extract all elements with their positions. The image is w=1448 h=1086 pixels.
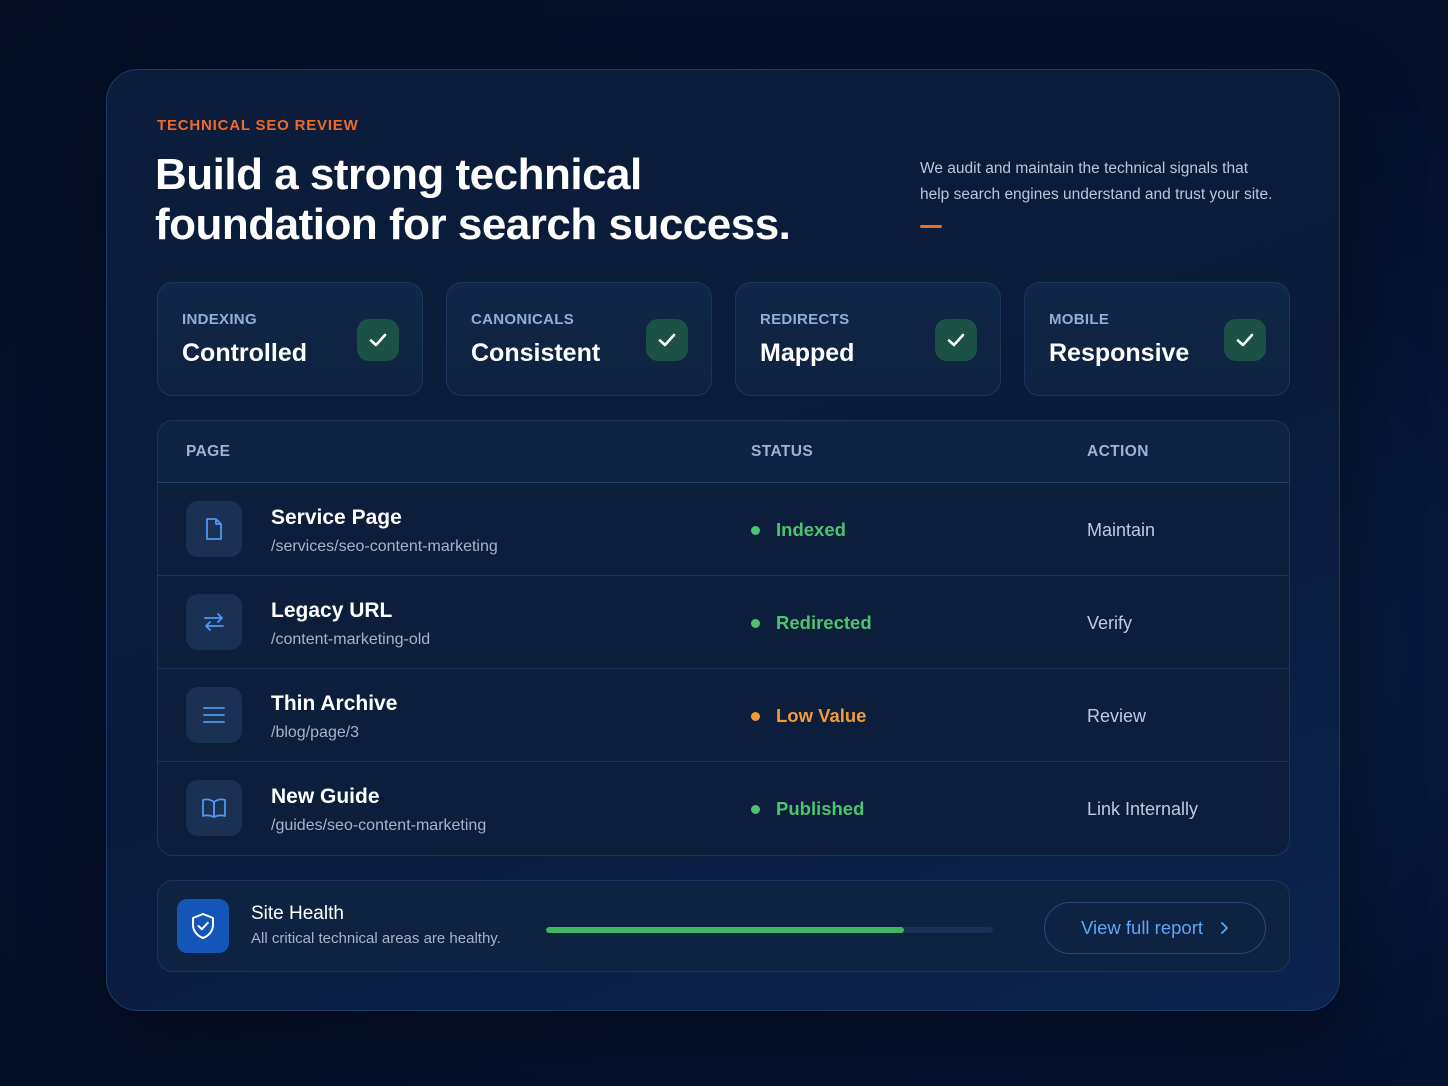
page-title-cell: Legacy URL (271, 599, 393, 622)
metric-label: MOBILE (1049, 311, 1110, 328)
intro-line-1: We audit and maintain the technical sign… (920, 160, 1248, 177)
status-dot (751, 525, 760, 535)
status-badge: Low Value (751, 705, 866, 727)
redirect-arrows-icon (186, 594, 242, 650)
metric-card-canonicals: CANONICALS Consistent (446, 282, 712, 396)
status-badge: Indexed (751, 519, 846, 541)
status-text: Indexed (776, 519, 846, 540)
metric-label: CANONICALS (471, 311, 574, 328)
page-path-cell: /guides/seo-content-marketing (271, 817, 487, 834)
check-icon (646, 319, 688, 361)
table-header: PAGE STATUS ACTION (158, 421, 1289, 483)
metric-value: Controlled (182, 339, 307, 367)
check-icon (357, 319, 399, 361)
page-path-cell: /content-marketing-old (271, 631, 431, 648)
column-header-action: ACTION (1087, 443, 1149, 460)
list-lines-icon (186, 687, 242, 743)
table-row[interactable]: Thin Archive /blog/page/3 Low Value Revi… (158, 669, 1289, 762)
check-icon (1224, 319, 1266, 361)
eyebrow-label: TECHNICAL SEO REVIEW (157, 117, 359, 134)
action-link[interactable]: Maintain (1087, 520, 1155, 541)
table-row[interactable]: Legacy URL /content-marketing-old Redire… (158, 576, 1289, 669)
page-path-cell: /blog/page/3 (271, 724, 360, 741)
metric-label: REDIRECTS (760, 311, 850, 328)
status-text: Low Value (776, 705, 867, 726)
status-dot (751, 711, 760, 721)
action-link[interactable]: Link Internally (1087, 799, 1198, 820)
health-progress-bar (546, 927, 993, 933)
title-line-1: Build a strong technical (155, 150, 642, 199)
metric-value: Mapped (760, 339, 855, 367)
site-health-panel: Site Health All critical technical areas… (157, 880, 1290, 972)
page-title: Build a strong technical foundation for … (155, 150, 855, 250)
health-title: Site Health (251, 903, 344, 924)
metric-label: INDEXING (182, 311, 257, 328)
status-dot (751, 804, 760, 814)
table-row[interactable]: Service Page /services/seo-content-marke… (158, 483, 1289, 576)
metric-card-indexing: INDEXING Controlled (157, 282, 423, 396)
column-header-status: STATUS (751, 443, 814, 460)
open-book-icon (186, 780, 242, 836)
metric-value: Responsive (1049, 339, 1190, 367)
status-badge: Published (751, 798, 864, 820)
intro-text: We audit and maintain the technical sign… (920, 156, 1310, 208)
status-text: Published (776, 798, 865, 819)
status-badge: Redirected (751, 612, 872, 634)
health-subtitle: All critical technical areas are healthy… (251, 930, 501, 947)
health-progress-fill (546, 927, 904, 933)
metric-cards: INDEXING Controlled CANONICALS Consisten… (157, 282, 1290, 396)
status-dot (751, 618, 760, 628)
metric-card-mobile: MOBILE Responsive (1024, 282, 1290, 396)
chevron-right-icon (1219, 921, 1229, 935)
document-icon (186, 501, 242, 557)
accent-divider (920, 225, 942, 228)
action-link[interactable]: Verify (1087, 613, 1132, 634)
action-link[interactable]: Review (1087, 706, 1146, 727)
page-title-cell: Service Page (271, 506, 402, 529)
status-text: Redirected (776, 612, 872, 633)
column-header-page: PAGE (186, 443, 231, 460)
page-title-cell: Thin Archive (271, 692, 398, 715)
metric-card-redirects: REDIRECTS Mapped (735, 282, 1001, 396)
pages-table: PAGE STATUS ACTION Service Page /service… (157, 420, 1290, 856)
table-row[interactable]: New Guide /guides/seo-content-marketing … (158, 762, 1289, 855)
report-button-label: View full report (1080, 917, 1204, 938)
page-path-cell: /services/seo-content-marketing (271, 538, 498, 555)
check-icon (935, 319, 977, 361)
intro-line-2: help search engines understand and trust… (920, 186, 1273, 203)
page-title-cell: New Guide (271, 785, 380, 808)
seo-review-card: TECHNICAL SEO REVIEW Build a strong tech… (106, 69, 1340, 1011)
title-line-2: foundation for search success. (155, 200, 791, 249)
shield-check-icon (177, 899, 229, 953)
metric-value: Consistent (471, 339, 601, 367)
view-full-report-button[interactable]: View full report (1044, 902, 1266, 954)
